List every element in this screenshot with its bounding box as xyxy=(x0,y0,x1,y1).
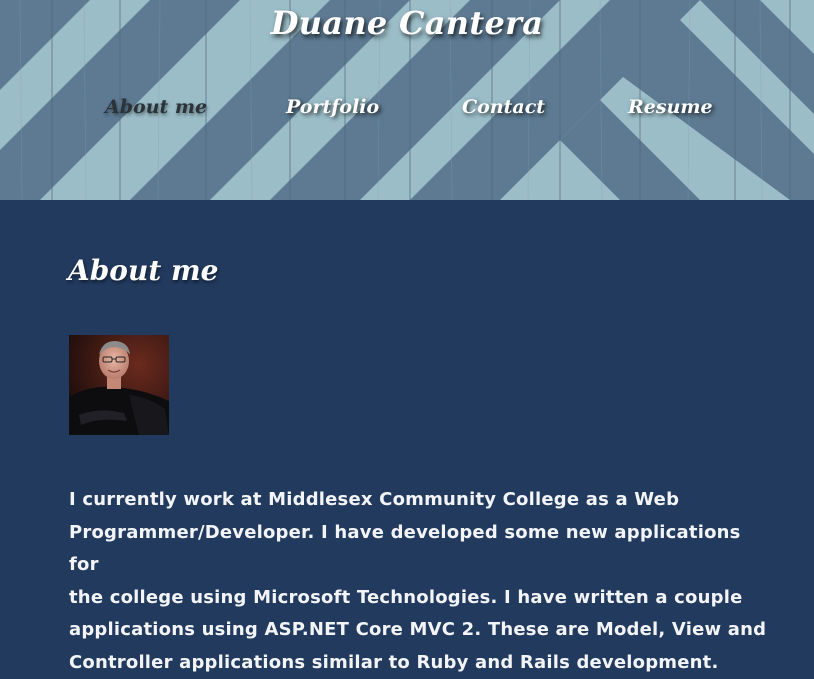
nav-link-resume[interactable]: Resume xyxy=(628,96,713,118)
bio-line: I currently work at Middlesex Community … xyxy=(69,489,680,510)
site-title: Duane Cantera xyxy=(270,4,544,42)
nav-link-about-me[interactable]: About me xyxy=(105,96,207,118)
person-photo-icon xyxy=(69,335,169,435)
bio-line: Controller applications similar to Ruby … xyxy=(69,651,719,673)
nav-link-portfolio[interactable]: Portfolio xyxy=(286,96,379,118)
main-nav: About me Portfolio Contact Resume xyxy=(0,96,814,130)
nav-link-contact[interactable]: Contact xyxy=(462,96,545,118)
bio-line: Programmer/Developer. I have developed s… xyxy=(69,521,741,576)
profile-photo xyxy=(69,335,169,435)
bio-line: applications using ASP.NET Core MVC 2. T… xyxy=(69,619,767,640)
bio-line: the college using Microsoft Technologies… xyxy=(69,586,743,608)
bio-paragraph: I currently work at Middlesex Community … xyxy=(69,484,769,679)
main-content: About me I currently work at Middlesex C… xyxy=(0,200,814,673)
page-title: About me xyxy=(68,254,219,287)
site-header: Duane Cantera About me Portfolio Contact… xyxy=(0,0,814,200)
